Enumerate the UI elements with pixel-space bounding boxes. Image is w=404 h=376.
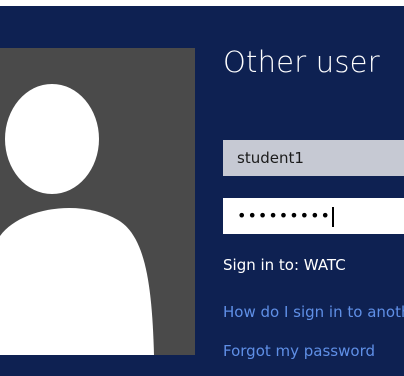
user-silhouette-icon: [0, 84, 154, 355]
password-field[interactable]: •••••••••: [223, 198, 404, 234]
forgot-password-link[interactable]: Forgot my password: [223, 342, 375, 360]
password-masked-value: •••••••••: [237, 206, 331, 225]
sign-in-panel: Other user student1 ••••••••• Sign in to…: [0, 6, 404, 376]
page-title: Other user: [223, 45, 380, 79]
sign-in-other-domain-link[interactable]: How do I sign in to another domain?: [223, 303, 404, 321]
text-cursor: [331, 206, 334, 227]
username-field[interactable]: student1: [223, 140, 404, 176]
user-avatar-tile: [0, 48, 195, 355]
sign-in-screen: Other user student1 ••••••••• Sign in to…: [0, 0, 404, 376]
sign-in-domain-label: Sign in to: WATC: [223, 256, 346, 274]
